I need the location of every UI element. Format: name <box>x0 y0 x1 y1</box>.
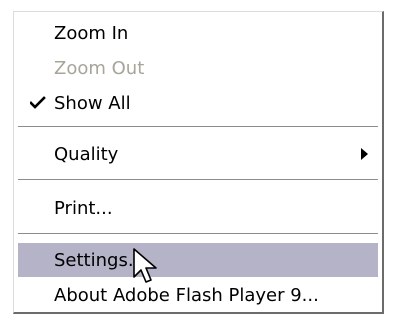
menu-item-print[interactable]: Print... <box>18 191 378 225</box>
mouse-pointer-icon <box>133 248 157 283</box>
submenu-arrow-icon <box>361 148 368 160</box>
menu-separator <box>18 233 378 235</box>
menu-item-settings[interactable]: Settings... <box>18 243 378 277</box>
menu-item-label: Quality <box>54 143 119 165</box>
menu-item-zoom-out: Zoom Out <box>18 51 378 85</box>
checkmark-icon <box>30 96 46 109</box>
menu-item-label: Print... <box>54 197 113 219</box>
menu-item-quality[interactable]: Quality <box>18 137 378 171</box>
menu-item-label: About Adobe Flash Player 9... <box>54 284 319 306</box>
menu-item-label: Zoom Out <box>54 57 145 79</box>
menu-separator <box>18 179 378 181</box>
menu-item-label: Show All <box>54 92 131 114</box>
menu-item-zoom-in[interactable]: Zoom In <box>18 16 378 50</box>
menu-item-about[interactable]: About Adobe Flash Player 9... <box>18 278 378 312</box>
screenshot-frame: Zoom In Zoom Out Show All Quality Print.… <box>0 0 398 325</box>
flash-context-menu: Zoom In Zoom Out Show All Quality Print.… <box>13 11 384 314</box>
menu-item-show-all[interactable]: Show All <box>18 86 378 120</box>
menu-separator <box>18 126 378 128</box>
menu-item-label: Zoom In <box>54 22 129 44</box>
